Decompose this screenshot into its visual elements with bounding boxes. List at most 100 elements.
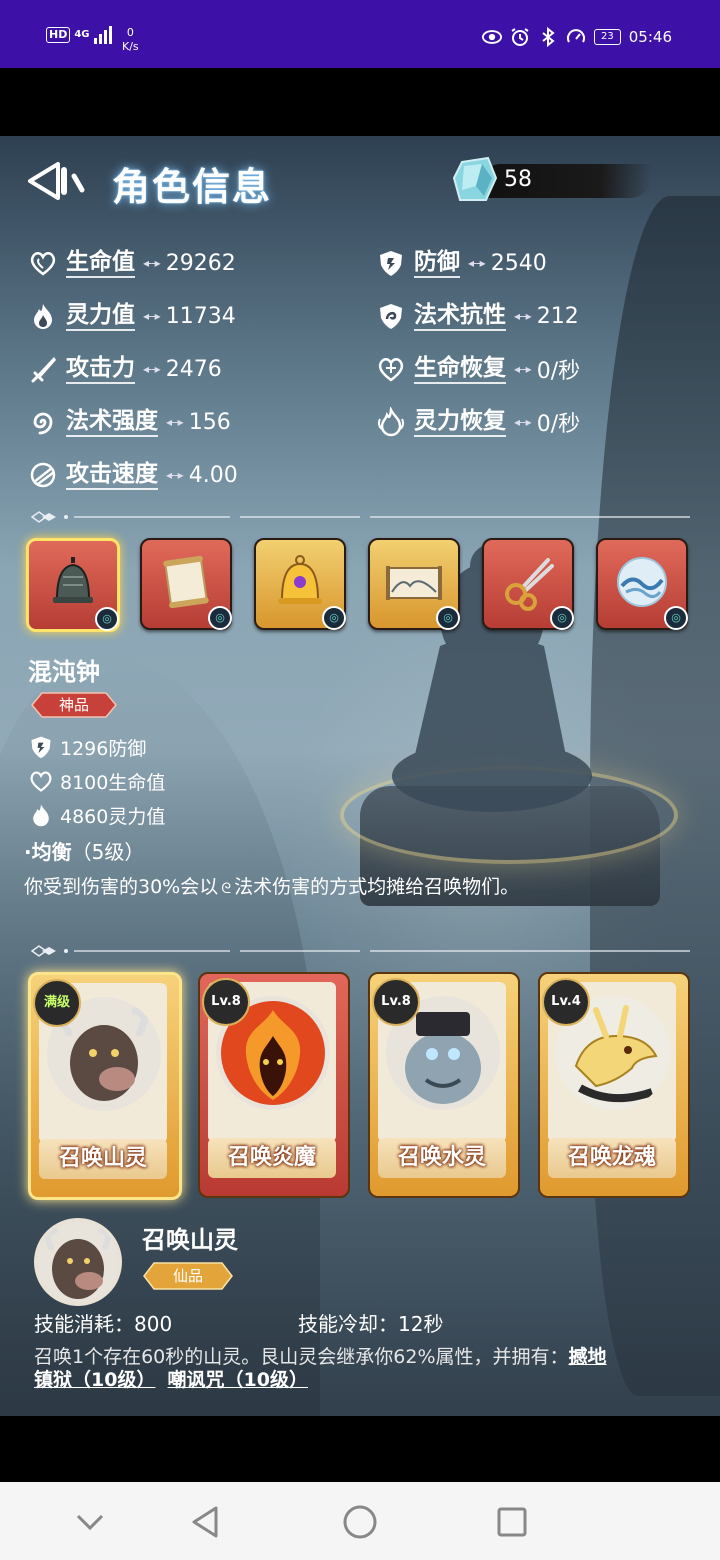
level-badge: Lv.8: [202, 978, 250, 1026]
skill-link-1-cont[interactable]: 镇狱（10级）: [34, 1369, 155, 1391]
currency-display: 58: [452, 156, 652, 204]
heart-regen-icon: [378, 358, 404, 382]
spiral-inline-icon: ᘓ: [221, 881, 232, 897]
system-nav-bar: [0, 1482, 720, 1560]
nav-back-icon[interactable]: [186, 1502, 226, 1542]
currency-value: 58: [504, 167, 532, 192]
summon-detail-name: 召唤山灵: [142, 1226, 238, 1254]
item-stat-text: 4860灵力值: [60, 805, 166, 828]
heart-icon: [30, 252, 56, 276]
level-badge: Lv.4: [542, 978, 590, 1026]
stat-defense: 防御 ◂--▸ 2540: [376, 246, 547, 280]
skill-cost: 技能消耗：800: [34, 1312, 173, 1336]
summon-name: 召唤山灵: [39, 1139, 167, 1179]
stat-hp: 生命值 ◂--▸ 29262: [28, 246, 236, 280]
scroll-icon: [163, 555, 209, 609]
level-badge: Lv.8: [372, 978, 420, 1026]
stat-attack: 攻击力 ◂--▸ 2476: [28, 352, 222, 386]
sword-icon: [31, 357, 56, 383]
golden-bell-icon: [278, 555, 322, 604]
stat-value: 0/秒: [536, 359, 581, 384]
water-orb-icon: [617, 557, 667, 607]
speedometer-icon: [566, 28, 586, 46]
back-arrow-icon: [28, 162, 85, 200]
nav-down-icon[interactable]: [70, 1502, 110, 1542]
signal-icon: [93, 26, 112, 44]
shield-icon: [380, 251, 402, 276]
passive-desc-part2: 法术伤害的方式均摊给召唤物们。: [234, 876, 520, 898]
status-left: HD 4G: [46, 26, 112, 44]
page-title: 角色信息: [112, 165, 273, 209]
header: 角色信息 58: [0, 136, 720, 226]
crystal-icon: [452, 156, 498, 201]
stat-label[interactable]: 生命值: [66, 248, 135, 278]
summon-card-water[interactable]: Lv.8 召唤水灵: [368, 972, 520, 1198]
item-stats: 1296防御 8100生命值 4860灵力值: [28, 730, 165, 832]
stat-value: 2476: [165, 356, 222, 382]
item-slot-scroll[interactable]: ◎: [140, 538, 232, 630]
skill-link-2[interactable]: 嘲讽咒（10级）: [168, 1369, 308, 1391]
stat-label[interactable]: 灵力恢复: [414, 407, 506, 437]
summon-description: 召唤1个存在60秒的山灵。艮山灵会继承你62%属性，并拥有：撼地 镇狱（10级）…: [34, 1346, 654, 1392]
item-slot-painting[interactable]: ◎: [368, 538, 460, 630]
item-slot-bell[interactable]: ◎: [26, 538, 120, 632]
dotted-arrow: ◂--▸: [143, 362, 161, 376]
dotted-arrow: ◂--▸: [143, 256, 161, 270]
stat-label[interactable]: 攻击力: [66, 354, 135, 384]
summon-name: 召唤炎魔: [208, 1138, 336, 1178]
nav-recents-icon[interactable]: [492, 1502, 532, 1542]
passive-desc-part1: 你受到伤害的30%会以: [24, 876, 219, 898]
skill-cooldown: 技能冷却：12秒: [298, 1312, 444, 1336]
eye-icon: [482, 28, 503, 46]
back-button[interactable]: [26, 160, 90, 202]
dotted-arrow: ◂--▸: [166, 415, 184, 429]
stat-mana: 灵力值 ◂--▸ 11734: [28, 299, 236, 333]
summon-card-dragon[interactable]: Lv.4 召唤龙魂: [538, 972, 690, 1198]
speed-icon: [30, 462, 56, 488]
summon-grade: 仙品: [172, 1267, 203, 1285]
summon-desc-text: 召唤1个存在60秒的山灵。艮山灵会继承你62%属性，并拥有：: [34, 1346, 569, 1368]
stat-hp-regen: 生命恢复 ◂--▸ 0/秒: [376, 352, 580, 386]
top-black-band: [0, 68, 720, 136]
network-type: 4G: [74, 29, 90, 40]
dotted-arrow: ◂--▸: [166, 468, 184, 482]
item-name: 混沌钟: [28, 658, 100, 686]
dotted-arrow: ◂--▸: [514, 309, 532, 323]
bell-icon: [53, 557, 93, 603]
flame-regen-icon: [377, 407, 405, 437]
stat-label[interactable]: 法术抗性: [414, 301, 506, 331]
summon-grade-tag: 仙品: [142, 1262, 234, 1290]
spiral-badge-icon: ◎: [95, 607, 119, 631]
spiral-badge-icon: ◎: [436, 606, 460, 630]
bluetooth-icon: [538, 27, 558, 47]
stat-value: 29262: [165, 250, 236, 276]
item-stat-mana: 4860灵力值: [28, 798, 165, 832]
nav-home-icon[interactable]: [340, 1502, 380, 1542]
item-slot-water-orb[interactable]: ◎: [596, 538, 688, 630]
summon-card-mountain[interactable]: 满级 召唤山灵: [28, 972, 182, 1200]
painting-icon: [386, 566, 442, 600]
stat-label[interactable]: 攻击速度: [66, 460, 158, 490]
clock: 05:46: [628, 28, 672, 46]
stat-label[interactable]: 生命恢复: [414, 354, 506, 384]
net-speed: 0 K/s: [122, 26, 139, 54]
dotted-arrow: ◂--▸: [468, 256, 486, 270]
hd-badge: HD: [46, 27, 71, 43]
flame-icon: [34, 304, 52, 329]
stat-spell-power: 法术强度 ◂--▸ 156: [28, 405, 231, 439]
stat-value: 2540: [490, 250, 547, 276]
status-bar: HD 4G 0 K/s 23 05:46: [0, 0, 720, 68]
battery-icon: 23: [594, 29, 621, 45]
stat-label[interactable]: 灵力值: [66, 301, 135, 331]
passive-title: ·均衡（5级）: [24, 836, 144, 865]
item-slot-scissors[interactable]: ◎: [482, 538, 574, 630]
item-slot-golden-bell[interactable]: ◎: [254, 538, 346, 630]
stat-label[interactable]: 防御: [414, 248, 460, 278]
summon-card-flame[interactable]: Lv.8 召唤炎魔: [198, 972, 350, 1198]
skill-link-1[interactable]: 撼地: [569, 1346, 607, 1368]
stat-value: 156: [188, 409, 231, 435]
heart-icon: [30, 771, 52, 792]
summon-name: 召唤龙魂: [548, 1138, 676, 1178]
stat-label[interactable]: 法术强度: [66, 407, 158, 437]
level-badge: 满级: [33, 979, 81, 1027]
